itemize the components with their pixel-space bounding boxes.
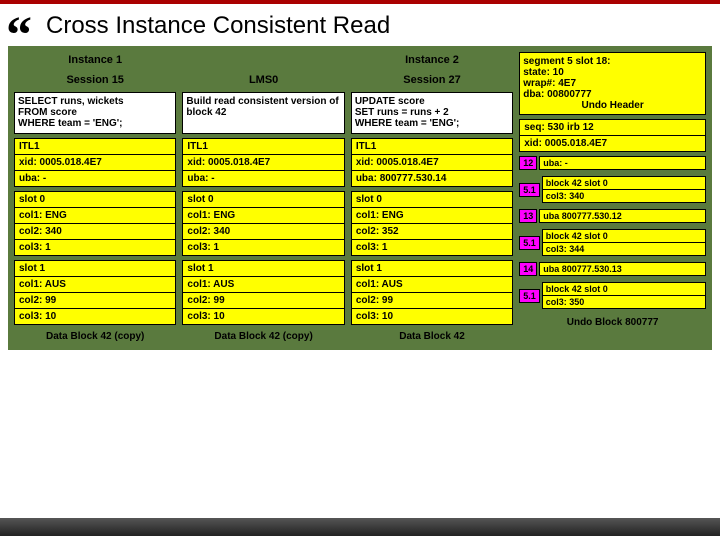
sql-select: SELECT runs, wickets FROM score WHERE te… [14,92,176,134]
itl1: ITL1 [15,139,175,155]
cap2: Data Block 42 (copy) [182,329,344,344]
slot0: slot 0 [15,192,175,208]
slot1: slot 1 [15,261,175,277]
sql-update: UPDATE score SET runs = runs + 2 WHERE t… [351,92,513,134]
lms-action: Build read consistent version of block 4… [182,92,344,134]
tag12: 12 [519,156,537,170]
lms-label: LMS0 [182,72,344,88]
undo-rec-2: block 42 slot 0col3: 344 [542,229,706,256]
session15-label: Session 15 [14,72,176,88]
xid1: xid: 0005.018.4E7 [15,155,175,171]
undo-rec-1: block 42 slot 0col3: 340 [542,176,706,203]
tag14: 14 [519,262,537,276]
inst2-label: Instance 2 [351,52,513,68]
tag13: 13 [519,209,537,223]
cap3: Data Block 42 [351,329,513,344]
col-undo: segment 5 slot 18:state: 10wrap#: 4E7dba… [519,52,706,344]
diagram-canvas: Instance 1 Session 15 SELECT runs, wicke… [8,46,712,350]
slide-title: Cross Instance Consistent Read [46,12,720,40]
footer-bar [0,518,720,536]
col-lms: LMS0 Build read consistent version of bl… [182,52,344,344]
undo-header: segment 5 slot 18:state: 10wrap#: 4E7dba… [519,52,706,115]
cap4: Undo Block 800777 [519,315,706,330]
uba1: uba: - [15,171,175,186]
col-instance2: Instance 2 Session 27 UPDATE score SET r… [351,52,513,344]
quote-decor: “ [6,6,32,65]
inst1-label: Instance 1 [14,52,176,68]
session27-label: Session 27 [351,72,513,88]
col-instance1: Instance 1 Session 15 SELECT runs, wicke… [14,52,176,344]
seq: seq: 530 irb 12 [520,120,705,136]
cap1: Data Block 42 (copy) [14,329,176,344]
undo-rec-3: block 42 slot 0col3: 350 [542,282,706,309]
